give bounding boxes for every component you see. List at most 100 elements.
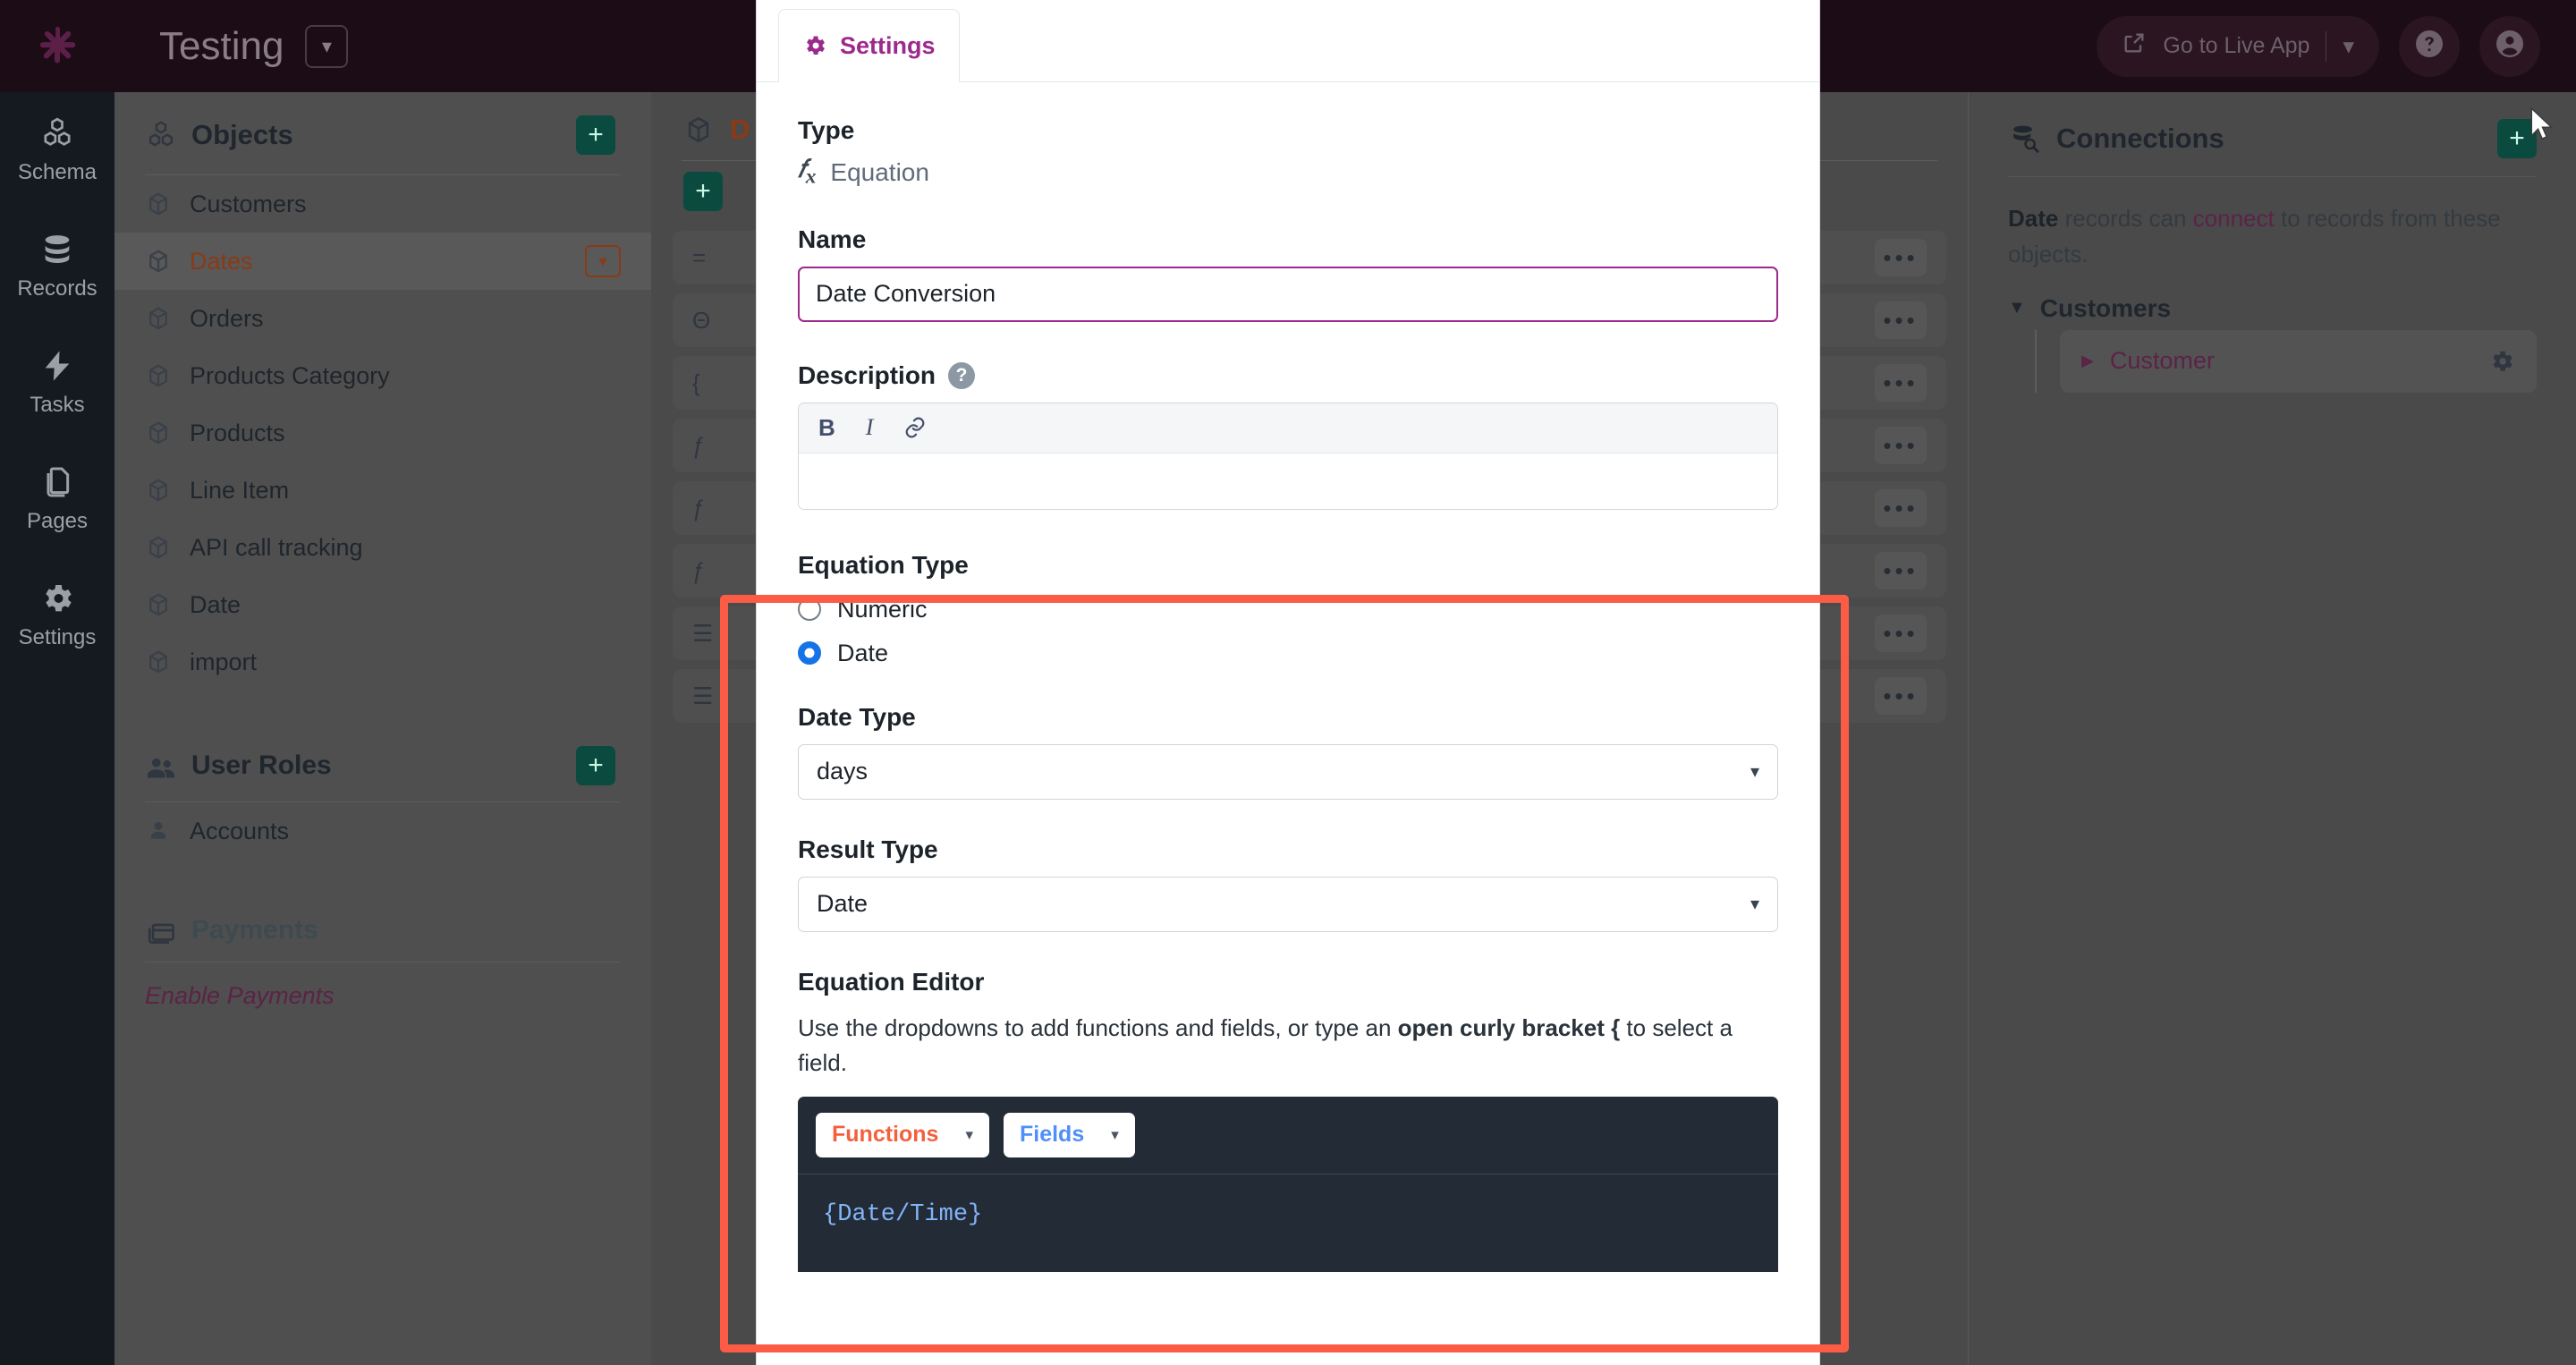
rail-item-label: Records (17, 276, 97, 301)
bold-button[interactable]: B (818, 414, 835, 442)
connect-link[interactable]: connect (2193, 205, 2275, 232)
object-item-orders[interactable]: Orders (114, 290, 651, 347)
equation-code-input[interactable]: {Date/Time} (798, 1173, 1778, 1272)
cube-icon (683, 114, 714, 145)
enable-payments-link[interactable]: Enable Payments (114, 962, 651, 1030)
rail-item-records[interactable]: Records (0, 208, 114, 325)
question-circle-icon (2413, 28, 2445, 64)
objects-panel-header: Objects + (114, 92, 651, 174)
type-value: Equation (830, 157, 929, 186)
object-item-menu-caret-icon[interactable]: ▾ (585, 245, 621, 277)
connection-item-customer[interactable]: ▶ Customer (2060, 329, 2537, 393)
objects-panel-title: Objects (191, 119, 293, 150)
object-item-customers[interactable]: Customers (114, 175, 651, 233)
connection-group-label: Customers (2039, 293, 2172, 322)
result-type-select[interactable]: Date ▾ (798, 876, 1778, 932)
equation-editor-label: Equation Editor (798, 967, 985, 996)
blocks-icon (145, 119, 177, 151)
app-logo[interactable] (0, 0, 114, 92)
cube-icon (145, 305, 172, 332)
help-button[interactable] (2399, 15, 2460, 77)
gear-icon (39, 581, 75, 616)
cube-icon (145, 649, 172, 675)
field-row-menu-button[interactable]: ••• (1875, 552, 1927, 589)
object-item-label: Date (190, 590, 242, 618)
account-button[interactable] (2479, 15, 2540, 77)
add-field-button[interactable]: + (683, 172, 723, 211)
rail-item-settings[interactable]: Settings (0, 557, 114, 674)
result-type-field: Result Type Date ▾ (798, 835, 1778, 932)
connections-description-object: Date (2008, 205, 2059, 232)
connections-description-mid: records can (2058, 205, 2193, 232)
equation-type-field: Equation Type Numeric Date (798, 551, 1778, 667)
type-value-row: 𝑓x Equation (798, 156, 1778, 190)
field-row-menu-button[interactable]: ••• (1875, 364, 1927, 402)
question-mark-icon[interactable]: ? (948, 361, 976, 389)
add-object-button[interactable]: + (576, 115, 615, 155)
object-item-import[interactable]: import (114, 633, 651, 691)
date-type-select[interactable]: days ▾ (798, 743, 1778, 800)
radio-icon[interactable] (798, 598, 821, 622)
connections-icon (2008, 123, 2040, 155)
rail-item-tasks[interactable]: Tasks (0, 325, 114, 441)
description-input[interactable] (799, 453, 1777, 509)
equation-editor-toolbar: Functions ▾ Fields ▾ (816, 1112, 1760, 1174)
italic-button[interactable]: I (866, 414, 874, 441)
cube-icon (145, 477, 172, 504)
equation-editor: Functions ▾ Fields ▾ {Date/Time} (798, 1096, 1778, 1272)
connections-panel: Connections + Date records can connect t… (1968, 92, 2576, 1365)
rail-item-schema[interactable]: Schema (0, 92, 114, 208)
rail-item-pages[interactable]: Pages (0, 441, 114, 557)
radio-icon-selected[interactable] (798, 641, 821, 666)
app-title: Testing (159, 23, 284, 68)
object-item-products[interactable]: Products (114, 404, 651, 462)
equation-type-option-numeric[interactable]: Numeric (798, 596, 1778, 623)
field-type-icon: ☰ (692, 682, 714, 709)
user-role-item-accounts[interactable]: Accounts (114, 802, 651, 860)
object-item-api-call-tracking[interactable]: API call tracking (114, 519, 651, 576)
caret-down-icon: ▾ (1111, 1125, 1119, 1143)
description-editor: B I (798, 402, 1778, 510)
date-type-label: Date Type (798, 702, 916, 731)
app-root: Testing ▾ Go to Live App ▾ Schema Record… (0, 0, 2576, 1365)
result-type-label: Result Type (798, 835, 938, 863)
description-label-row: Description ? (798, 361, 1778, 390)
blocks-icon (39, 115, 75, 151)
tab-settings[interactable]: Settings (778, 9, 960, 82)
object-item-line-item[interactable]: Line Item (114, 462, 651, 519)
object-item-products-category[interactable]: Products Category (114, 347, 651, 404)
object-item-label: Line Item (190, 476, 290, 504)
equation-type-option-date[interactable]: Date (798, 640, 1778, 667)
bolt-icon (39, 348, 75, 384)
field-row-menu-button[interactable]: ••• (1875, 677, 1927, 715)
fields-dropdown[interactable]: Fields ▾ (1003, 1112, 1135, 1157)
field-row-menu-button[interactable]: ••• (1875, 427, 1927, 464)
object-item-dates[interactable]: Dates ▾ (114, 233, 651, 290)
app-title-chevron-down-icon[interactable]: ▾ (305, 24, 349, 68)
live-app-chevron-down-icon[interactable]: ▾ (2343, 33, 2354, 60)
name-input[interactable] (798, 266, 1778, 322)
link-icon[interactable] (903, 416, 927, 439)
field-row-menu-button[interactable]: ••• (1875, 489, 1927, 527)
field-type-icon: ƒ (692, 432, 706, 459)
field-row-menu-button[interactable]: ••• (1875, 239, 1927, 276)
connection-group-customers[interactable]: ▼ Customers (1969, 273, 2576, 330)
caret-down-icon[interactable]: ▼ (2008, 298, 2026, 318)
left-rail: Schema Records Tasks Pages Settings (0, 0, 114, 1365)
connections-panel-header: Connections + (1969, 92, 2576, 176)
objects-panel: Objects + Customers Dates ▾ Orders Produ… (114, 92, 651, 1365)
field-row-menu-button[interactable]: ••• (1875, 615, 1927, 652)
cube-icon (145, 591, 172, 618)
cube-icon (145, 191, 172, 217)
functions-dropdown[interactable]: Functions ▾ (816, 1112, 989, 1157)
field-type-icon: ƒ (692, 557, 706, 584)
object-item-date[interactable]: Date (114, 576, 651, 633)
gear-icon[interactable] (2488, 348, 2515, 375)
modal-tabs: Settings (757, 0, 1819, 82)
user-icon (145, 818, 172, 844)
add-user-role-button[interactable]: + (576, 746, 615, 785)
caret-down-icon: ▾ (1750, 894, 1759, 915)
go-to-live-app-button[interactable]: Go to Live App ▾ (2097, 15, 2379, 77)
field-row-menu-button[interactable]: ••• (1875, 301, 1927, 339)
caret-right-icon[interactable]: ▶ (2081, 352, 2094, 370)
